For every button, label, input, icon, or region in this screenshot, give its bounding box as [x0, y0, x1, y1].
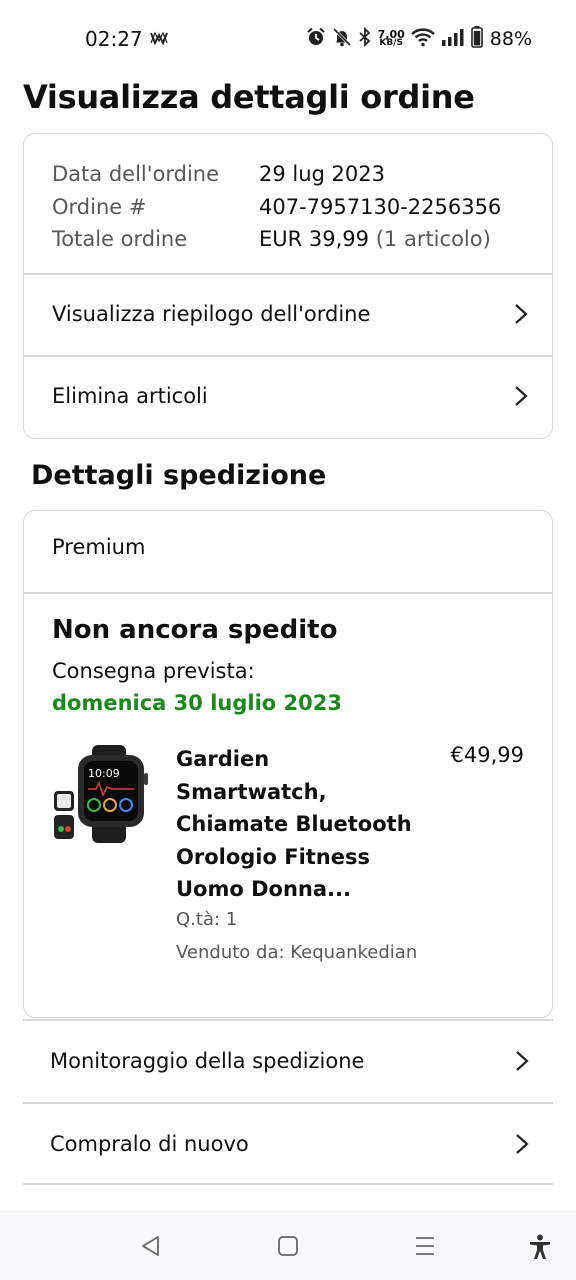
- buy-again-label: Compralo di nuovo: [50, 1132, 249, 1156]
- wifi-icon: [410, 27, 435, 51]
- shipping-section-title: Dettagli spedizione: [31, 460, 327, 491]
- status-bar: 02:27 7,00 KB/S 88%: [0, 0, 576, 72]
- delivery-date: domenica 30 luglio 2023: [52, 691, 342, 715]
- order-total-row: Totale ordine EUR 39,99 (1 articolo): [52, 223, 501, 256]
- shipping-type: Premium: [52, 535, 146, 559]
- delete-items-label: Elimina articoli: [52, 384, 208, 408]
- chevron-right-icon: [515, 386, 528, 406]
- system-nav-bar: [0, 1211, 576, 1280]
- view-order-summary-label: Visualizza riepilogo dell'ordine: [52, 302, 371, 326]
- product-title-link[interactable]: Gardien Smartwatch, Chiamate Bluetooth O…: [176, 743, 426, 906]
- order-total-label: Totale ordine: [52, 227, 188, 251]
- order-number-value: 407-7957130-2256356: [259, 194, 502, 219]
- home-icon[interactable]: [277, 1234, 299, 1262]
- delete-items-link[interactable]: Elimina articoli: [24, 356, 552, 436]
- chevron-right-icon: [515, 304, 528, 324]
- delivery-label: Consegna prevista:: [52, 659, 255, 683]
- chevron-right-icon: [516, 1051, 529, 1071]
- network-speed: 7,00 KB/S: [377, 28, 405, 48]
- notification-app-icon: [150, 30, 168, 49]
- order-info: Data dell'ordine 29 lug 2023 Ordine # 40…: [52, 158, 501, 256]
- divider: [24, 592, 552, 594]
- signal-icon: [441, 28, 465, 50]
- chevron-right-icon: [516, 1134, 529, 1154]
- clock: 02:27: [85, 27, 143, 51]
- divider: [23, 1183, 553, 1185]
- order-date-label: Data dell'ordine: [52, 162, 220, 186]
- shipment-card: Premium Non ancora spedito Consegna prev…: [23, 510, 553, 1018]
- watch-time: 10:09: [88, 767, 120, 780]
- recents-icon[interactable]: [414, 1234, 436, 1262]
- order-date-row: Data dell'ordine 29 lug 2023: [52, 158, 501, 191]
- order-number-row: Ordine # 407-7957130-2256356: [52, 191, 501, 224]
- order-info-card: Data dell'ordine 29 lug 2023 Ordine # 40…: [23, 133, 553, 439]
- mute-icon: [332, 27, 352, 51]
- view-order-summary-link[interactable]: Visualizza riepilogo dell'ordine: [24, 274, 552, 354]
- battery-icon: [470, 26, 483, 52]
- buy-again-link[interactable]: Compralo di nuovo: [23, 1103, 553, 1185]
- track-shipment-link[interactable]: Monitoraggio della spedizione: [23, 1020, 553, 1102]
- order-date-value: 29 lug 2023: [259, 162, 385, 186]
- battery-percent: 88%: [489, 28, 532, 50]
- page-title: Visualizza dettagli ordine: [23, 78, 475, 116]
- track-shipment-label: Monitoraggio della spedizione: [50, 1049, 365, 1073]
- order-number-label: Ordine #: [52, 194, 147, 219]
- shipment-status: Non ancora spedito: [52, 615, 338, 645]
- product-image[interactable]: 10:09: [52, 743, 156, 845]
- product-price: €49,99: [450, 743, 524, 767]
- alarm-icon: [306, 27, 326, 51]
- product-quantity: Q.tà: 1: [176, 909, 238, 930]
- bluetooth-icon: [358, 26, 372, 51]
- order-item-count: (1 articolo): [375, 227, 491, 251]
- accessibility-icon[interactable]: [529, 1234, 551, 1264]
- back-icon[interactable]: [139, 1234, 161, 1262]
- product-seller: Venduto da: Kequankedian: [176, 942, 418, 963]
- order-total-value: EUR 39,99: [259, 227, 370, 251]
